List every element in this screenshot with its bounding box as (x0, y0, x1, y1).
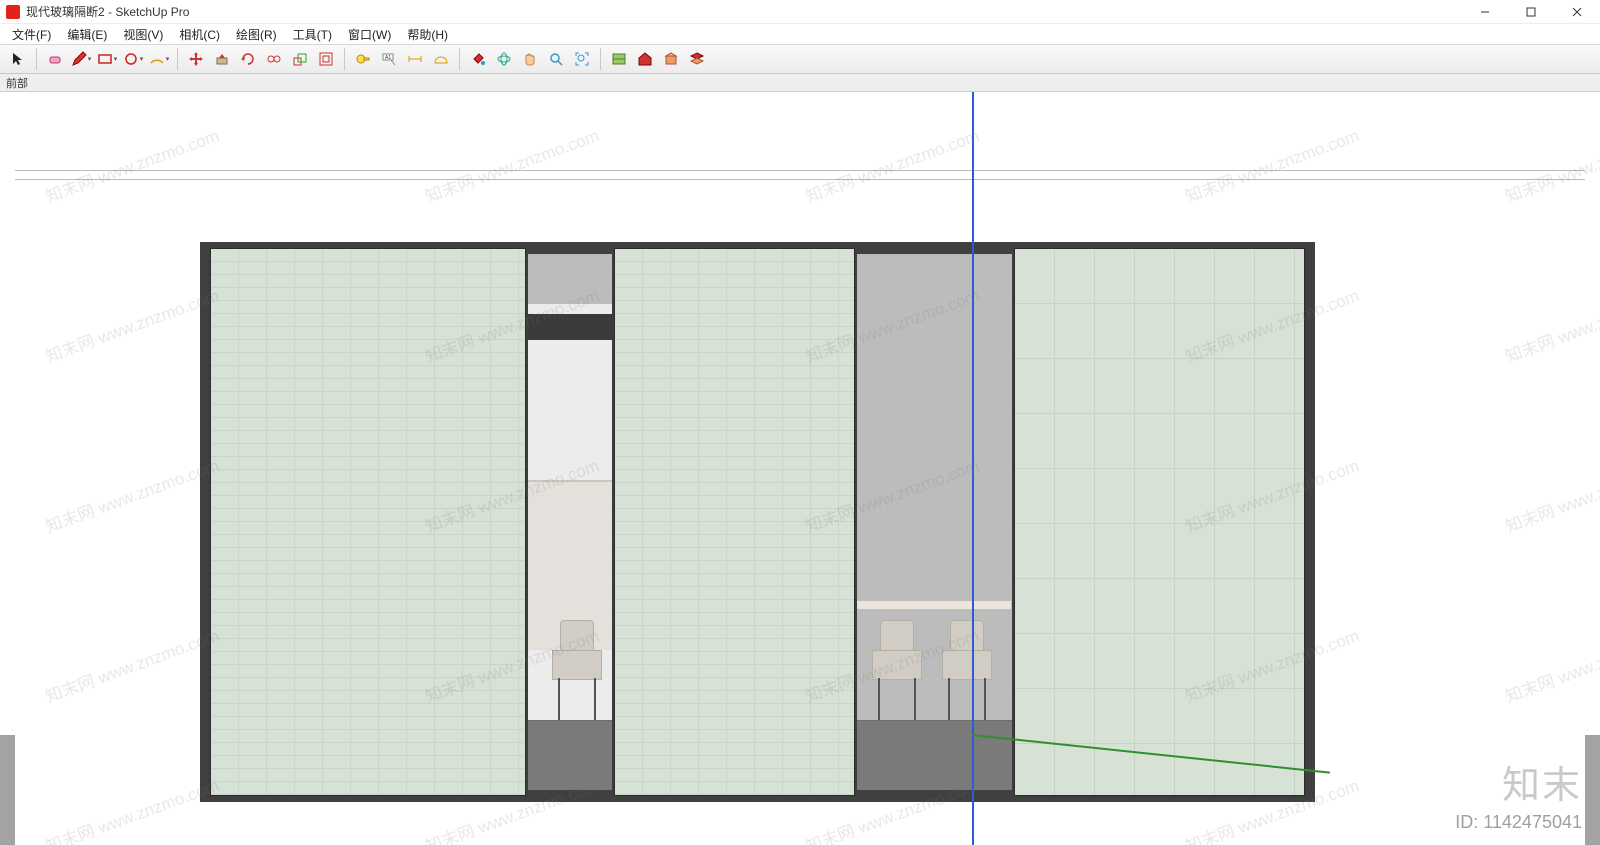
menu-help[interactable]: 帮助(H) (401, 24, 454, 45)
glass-panel-center (612, 246, 857, 798)
warehouse-tool[interactable] (633, 47, 657, 71)
interior-chair (872, 620, 922, 720)
text-tool[interactable]: A1 (377, 47, 401, 71)
paint-bucket-icon (470, 51, 486, 67)
section-icon (611, 51, 627, 67)
toolbar-separator (344, 48, 345, 70)
toolbar-separator (36, 48, 37, 70)
door-opening (200, 242, 1315, 802)
toolbar-separator (600, 48, 601, 70)
menu-draw[interactable]: 绘图(R) (230, 24, 283, 45)
zoom-tool[interactable] (544, 47, 568, 71)
toolbar-separator (177, 48, 178, 70)
scale-tool[interactable] (288, 47, 312, 71)
brand-watermark: 知末 (1502, 754, 1582, 809)
line-tool[interactable]: ▾ (69, 47, 93, 71)
minimize-icon (1480, 7, 1490, 17)
glass-panel-left (208, 246, 528, 798)
menubar: 文件(F) 编辑(E) 视图(V) 相机(C) 绘图(R) 工具(T) 窗口(W… (0, 24, 1600, 44)
menu-window[interactable]: 窗口(W) (342, 24, 397, 45)
arc-tool[interactable]: ▾ (147, 47, 171, 71)
eraser-icon (47, 51, 63, 67)
offset-icon (318, 51, 334, 67)
tape-icon (355, 51, 371, 67)
push-pull-icon (214, 51, 230, 67)
zoom-extents-icon (574, 51, 590, 67)
axis-blue (972, 92, 974, 845)
circle-tool[interactable]: ▾ (121, 47, 145, 71)
maximize-icon (1526, 7, 1536, 17)
paint-bucket-tool[interactable] (466, 47, 490, 71)
pencil-icon (71, 51, 87, 67)
scene-tab-front[interactable]: 前部 (6, 75, 28, 91)
cursor-icon (10, 51, 26, 67)
menu-view[interactable]: 视图(V) (117, 24, 169, 45)
arc-icon (149, 51, 165, 67)
text-icon: A1 (381, 51, 397, 67)
circle-icon (123, 51, 139, 67)
menu-file[interactable]: 文件(F) (6, 24, 57, 45)
warehouse-icon (637, 51, 653, 67)
section-tool[interactable] (607, 47, 631, 71)
maximize-button[interactable] (1508, 0, 1554, 24)
orbit-tool[interactable] (492, 47, 516, 71)
close-button[interactable] (1554, 0, 1600, 24)
close-icon (1572, 7, 1582, 17)
pan-tool[interactable] (518, 47, 542, 71)
menu-tools[interactable]: 工具(T) (287, 24, 338, 45)
interior-chair (552, 620, 602, 720)
glass-panel-right (1012, 246, 1307, 798)
follow-me-tool[interactable] (262, 47, 286, 71)
scale-icon (292, 51, 308, 67)
menu-edit[interactable]: 编辑(E) (61, 24, 113, 45)
zoom-extents-tool[interactable] (570, 47, 594, 71)
follow-me-icon (266, 51, 282, 67)
protractor-icon (433, 51, 449, 67)
move-icon (188, 51, 204, 67)
viewport[interactable]: 知末网 www.znzmo.com 知末网 www.znzmo.com 知末网 … (0, 92, 1600, 845)
rotate-tool[interactable] (236, 47, 260, 71)
zoom-icon (548, 51, 564, 67)
eraser-tool[interactable] (43, 47, 67, 71)
offset-tool[interactable] (314, 47, 338, 71)
window-controls (1462, 0, 1600, 24)
document-name: 现代玻璃隔断2 (26, 5, 105, 19)
rectangle-icon (97, 51, 113, 67)
extension-tool[interactable] (659, 47, 683, 71)
push-pull-tool[interactable] (210, 47, 234, 71)
tape-tool[interactable] (351, 47, 375, 71)
id-watermark: ID: 1142475041 (1455, 812, 1582, 833)
box-icon (663, 51, 679, 67)
window-title: 现代玻璃隔断2 - SketchUp Pro (26, 3, 189, 20)
toolbar: ▾ ▾ ▾ ▾ A1 (0, 44, 1600, 74)
titlebar: 现代玻璃隔断2 - SketchUp Pro (0, 0, 1600, 24)
hand-icon (522, 51, 538, 67)
scene-tabs: 前部 (0, 74, 1600, 92)
protractor-tool[interactable] (429, 47, 453, 71)
menu-camera[interactable]: 相机(C) (173, 24, 226, 45)
interior-table (842, 600, 1012, 610)
move-tool[interactable] (184, 47, 208, 71)
layers-icon (689, 51, 705, 67)
layers-tool[interactable] (685, 47, 709, 71)
toolbar-separator (459, 48, 460, 70)
dimension-tool[interactable] (403, 47, 427, 71)
select-tool[interactable] (6, 47, 30, 71)
app-name: SketchUp Pro (115, 5, 189, 19)
dimension-icon (407, 51, 423, 67)
app-icon (6, 5, 20, 19)
interior-chair (942, 620, 992, 720)
orbit-icon (496, 51, 512, 67)
svg-text:A1: A1 (385, 55, 391, 61)
minimize-button[interactable] (1462, 0, 1508, 24)
rotate-icon (240, 51, 256, 67)
rectangle-tool[interactable]: ▾ (95, 47, 119, 71)
